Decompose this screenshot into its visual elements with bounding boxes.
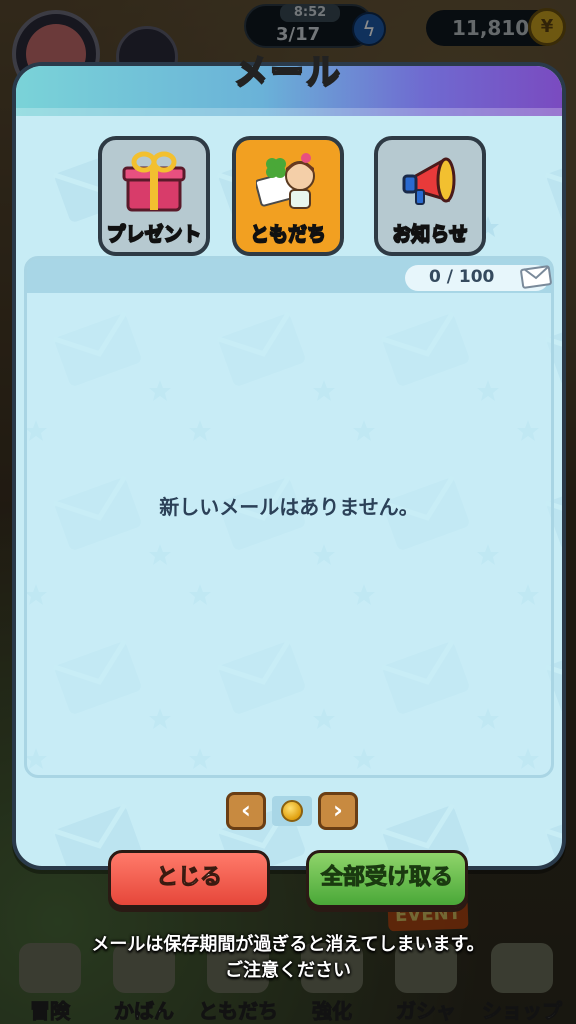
tab-label: プレゼント: [106, 222, 203, 246]
previous-page-button[interactable]: ‹: [226, 792, 266, 830]
next-page-button[interactable]: ›: [318, 792, 358, 830]
page-dot-icon: [281, 800, 303, 822]
tab-label: お知らせ: [391, 222, 468, 246]
tab-friends[interactable]: ともだち: [232, 136, 344, 266]
empty-mail-message: 新しいメールはありません。: [159, 495, 419, 519]
megaphone-icon: [402, 157, 456, 205]
chevron-left-icon: ‹: [241, 796, 251, 824]
mail-counter: 0 / 100: [405, 265, 552, 291]
mail-list-header: 0 / 100: [27, 259, 552, 293]
mail-count-text: 0 / 100: [429, 267, 495, 287]
expiry-notice: メールは保存期間が過ぎると消えてしまいます。 ご注意ください: [0, 932, 576, 984]
tab-present[interactable]: プレゼント: [98, 136, 210, 266]
close-button[interactable]: とじる: [108, 850, 270, 908]
tab-label: ともだち: [249, 222, 327, 246]
mail-list-panel[interactable]: 0 / 100 新しいメールはありません。: [24, 256, 554, 778]
dialog-title: メール: [233, 51, 342, 93]
mail-dialog: プレゼント ともだち お知らせ 0 / 100 新しいメールはありません。 ‹ …: [12, 62, 566, 870]
envelope-icon: [520, 265, 552, 289]
gift-icon: [122, 151, 186, 212]
expiry-notice-line: メールは保存期間が過ぎると消えてしまいます。: [91, 934, 485, 955]
mail-dialog-body: プレゼント ともだち お知らせ 0 / 100 新しいメールはありません。 ‹ …: [16, 66, 562, 866]
page-indicator: [272, 796, 312, 826]
expiry-notice-line: ご注意ください: [225, 960, 351, 981]
tab-notices[interactable]: お知らせ: [374, 136, 486, 266]
chevron-right-icon: ›: [333, 796, 343, 824]
friend-icon: [256, 153, 315, 209]
receive-all-button[interactable]: 全部受け取る: [306, 850, 468, 908]
